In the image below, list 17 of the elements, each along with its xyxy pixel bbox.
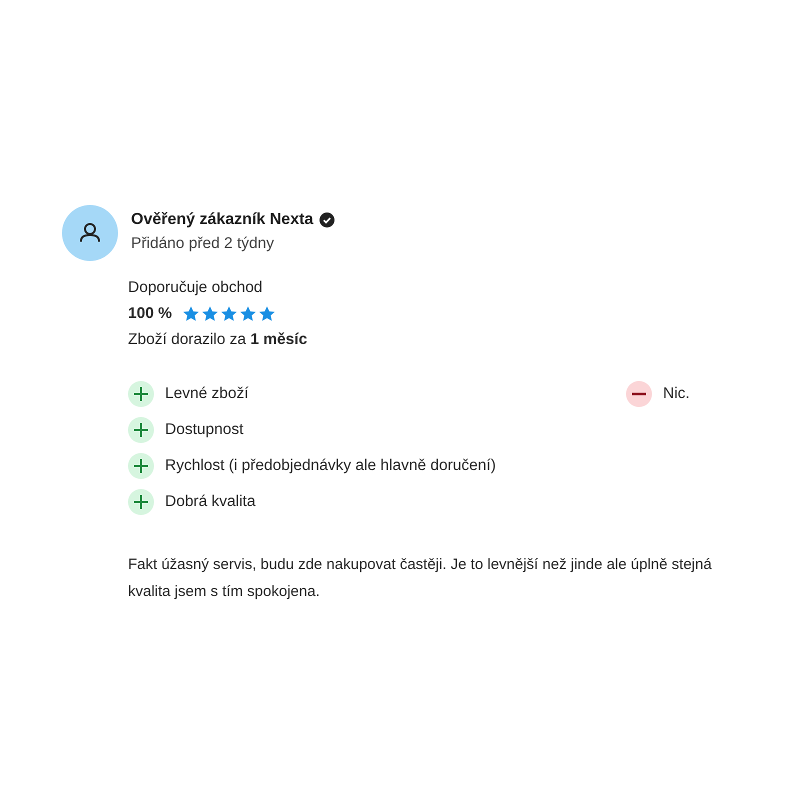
recommend-label: Doporučuje obchod [128, 279, 264, 297]
delivery-info: Zboží dorazilo za 1 měsíc [128, 331, 308, 349]
con-text: Nic. [663, 385, 690, 403]
pro-text: Dobrá kvalita [165, 493, 256, 511]
plus-icon [128, 417, 154, 443]
plus-icon [128, 381, 154, 407]
minus-icon [626, 381, 652, 407]
plus-icon [128, 453, 154, 479]
review-text: Fakt úžasný servis, budu zde nakupovat častěji. Je to levnější než jinde ale úplně stejná kvalita jsem s tím spokojena. [128, 555, 713, 602]
review-date: Přidáno před 2 týdny [131, 235, 276, 253]
avatar-icon [62, 205, 118, 261]
plus-icon [128, 489, 154, 515]
author-name: Ověřený zákazník Nexta [131, 211, 314, 229]
pro-text: Rychlost (i předobjednávky ale hlavně doručení) [165, 457, 496, 475]
rating-percent: 100 % [128, 305, 172, 323]
pro-text: Dostupnost [165, 421, 244, 439]
pro-text: Levné zboží [165, 385, 249, 403]
